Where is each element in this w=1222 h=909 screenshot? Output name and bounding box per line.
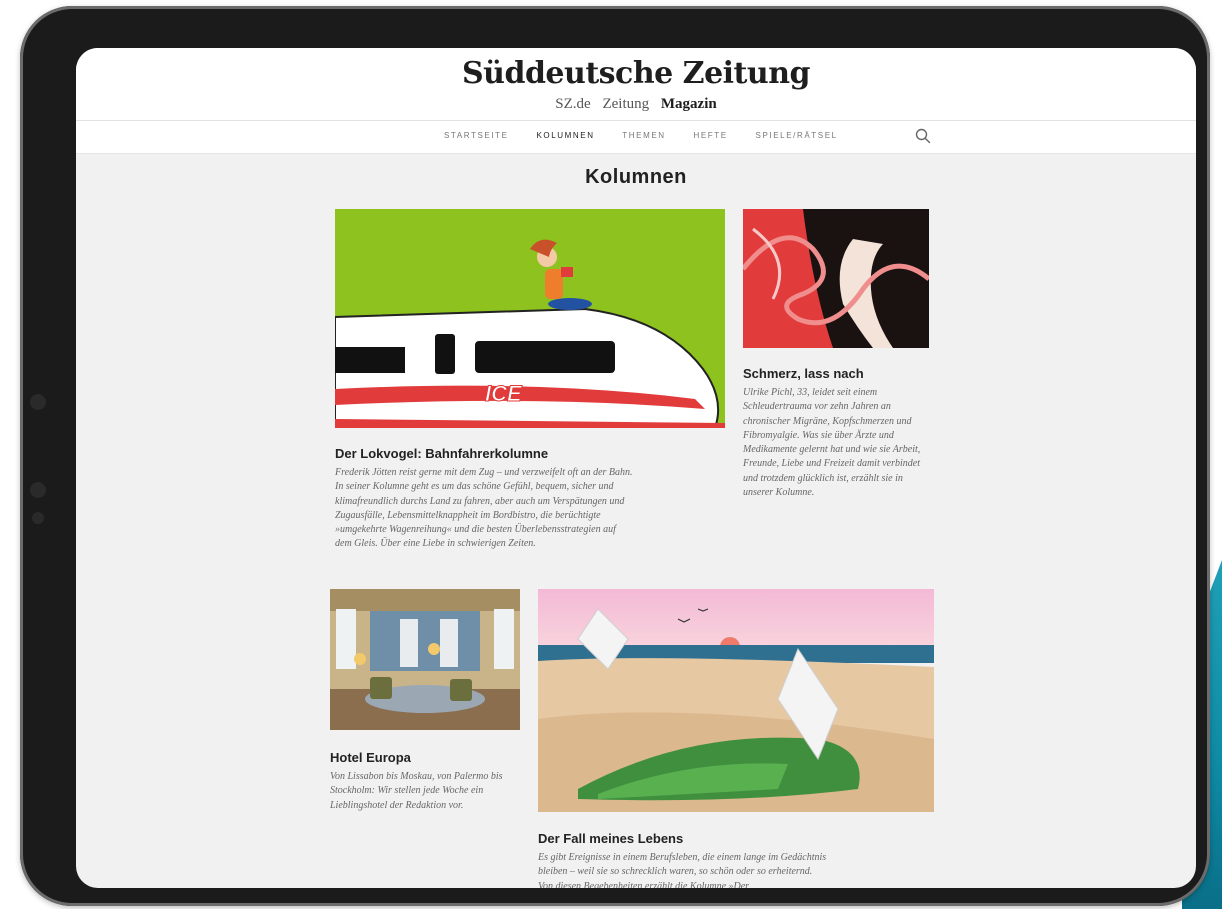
nav-item-spiele-raetsel[interactable]: SPIELE/RÄTSEL — [756, 131, 838, 140]
nav-items: STARTSEITE KOLUMNEN THEMEN HEFTE SPIELE/… — [444, 131, 862, 140]
submenu-link-magazin[interactable]: Magazin — [661, 96, 717, 112]
nav-item-startseite[interactable]: STARTSEITE — [444, 131, 509, 140]
masthead: Süddeutsche Zeitung SZ.de Zeitung Magazi… — [76, 48, 1196, 121]
hotel-interior-photo — [330, 589, 520, 730]
card-title-hotel-europa[interactable]: Hotel Europa — [330, 750, 520, 765]
nav-item-themen[interactable]: THEMEN — [622, 131, 665, 140]
device-button — [32, 512, 44, 524]
masthead-submenu: SZ.de Zeitung Magazin — [76, 96, 1196, 113]
nav-item-hefte[interactable]: HEFTE — [693, 131, 727, 140]
card-image-hotel-europa[interactable] — [330, 589, 520, 730]
card-description-schmerz: Ulrike Pichl, 33, leidet seit einem Schl… — [743, 387, 921, 499]
card-title-fall-meines-lebens[interactable]: Der Fall meines Lebens — [538, 831, 934, 846]
search-icon[interactable] — [914, 127, 932, 145]
card-description-lokvogel: Frederik Jötten reist gerne mit dem Zug … — [335, 467, 633, 550]
device-button — [30, 482, 46, 498]
camera-dot — [30, 394, 46, 410]
nav-item-kolumnen[interactable]: KOLUMNEN — [536, 131, 594, 140]
card-title-schmerz[interactable]: Schmerz, lass nach — [743, 366, 929, 381]
main-navigation: STARTSEITE KOLUMNEN THEMEN HEFTE SPIELE/… — [76, 121, 1196, 154]
card-image-fall-meines-lebens[interactable] — [538, 589, 934, 812]
beach-origami-illustration — [538, 589, 934, 812]
ice-train-illustration: ICE — [335, 209, 725, 428]
card-description-fall-meines-lebens: Es gibt Ereignisse in einem Berufsleben,… — [538, 852, 827, 888]
sz-logo[interactable]: Süddeutsche Zeitung — [76, 56, 1196, 91]
submenu-link-szde[interactable]: SZ.de — [555, 96, 590, 112]
ice-label: ICE — [485, 381, 523, 406]
tablet-frame: Süddeutsche Zeitung SZ.de Zeitung Magazi… — [20, 6, 1210, 906]
card-description-hotel-europa: Von Lissabon bis Moskau, von Palermo bis… — [330, 771, 503, 811]
page-title: Kolumnen — [585, 166, 687, 188]
card-title-lokvogel[interactable]: Der Lokvogel: Bahnfahrerkolumne — [335, 446, 725, 461]
submenu-link-zeitung[interactable]: Zeitung — [602, 96, 649, 112]
migraine-illustration — [743, 209, 929, 348]
browser-viewport: Süddeutsche Zeitung SZ.de Zeitung Magazi… — [76, 48, 1196, 888]
card-image-schmerz[interactable] — [743, 209, 929, 348]
card-image-lokvogel[interactable]: ICE — [335, 209, 725, 428]
